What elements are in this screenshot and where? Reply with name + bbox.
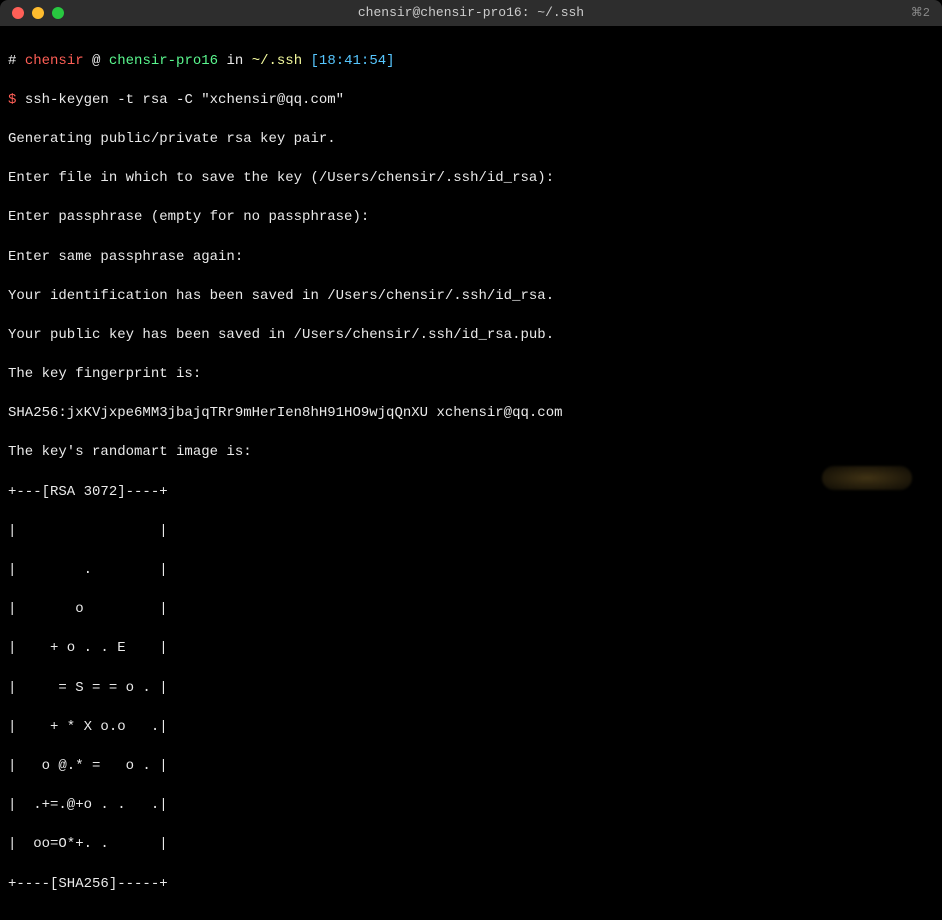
minimize-icon[interactable] <box>32 7 44 19</box>
close-icon[interactable] <box>12 7 24 19</box>
output-line: The key's randomart image is: <box>8 443 934 463</box>
output-line: SHA256:jxKVjxpe6MM3jbajqTRr9mHerIen8hH91… <box>8 404 934 424</box>
prompt-time: [18:41:54] <box>311 53 395 69</box>
randomart-line: | + o . . E | <box>8 639 934 659</box>
prompt-path: ~/.ssh <box>252 53 302 69</box>
maximize-icon[interactable] <box>52 7 64 19</box>
window-titlebar: chensir@chensir-pro16: ~/.ssh ⌘2 <box>0 0 942 26</box>
terminal-output[interactable]: # chensir @ chensir-pro16 in ~/.ssh [18:… <box>0 26 942 920</box>
output-line: Enter file in which to save the key (/Us… <box>8 169 934 189</box>
randomart-line: | | <box>8 522 934 542</box>
output-line: Your public key has been saved in /Users… <box>8 326 934 346</box>
randomart-line: +---[RSA 3072]----+ <box>8 483 934 503</box>
prompt-at: @ <box>92 53 100 69</box>
command-text: ssh-keygen -t rsa -C "xchensir@qq.com" <box>25 92 344 108</box>
randomart-line: | .+=.@+o . . .| <box>8 796 934 816</box>
prompt-line-1: # chensir @ chensir-pro16 in ~/.ssh [18:… <box>8 52 934 72</box>
output-line: Enter passphrase (empty for no passphras… <box>8 208 934 228</box>
traffic-lights <box>12 7 64 19</box>
watermark <box>822 466 912 490</box>
prompt-in: in <box>226 53 243 69</box>
prompt-line-2: $ ssh-keygen -t rsa -C "xchensir@qq.com" <box>8 91 934 111</box>
output-line: Enter same passphrase again: <box>8 248 934 268</box>
randomart-line: +----[SHA256]-----+ <box>8 875 934 895</box>
randomart-line: | o @.* = o . | <box>8 757 934 777</box>
output-line: Generating public/private rsa key pair. <box>8 130 934 150</box>
prompt-dollar: $ <box>8 92 16 108</box>
randomart-line: | + * X o.o .| <box>8 718 934 738</box>
window-title: chensir@chensir-pro16: ~/.ssh <box>0 4 942 22</box>
randomart-line: | = S = = o . | <box>8 679 934 699</box>
output-line: The key fingerprint is: <box>8 365 934 385</box>
window-shortcut: ⌘2 <box>911 5 930 22</box>
randomart-line: | oo=O*+. . | <box>8 835 934 855</box>
randomart-line: | . | <box>8 561 934 581</box>
prompt-host: chensir-pro16 <box>109 53 218 69</box>
randomart-line: | o | <box>8 600 934 620</box>
prompt-user: chensir <box>25 53 84 69</box>
prompt-hash: # <box>8 53 16 69</box>
output-line: Your identification has been saved in /U… <box>8 287 934 307</box>
